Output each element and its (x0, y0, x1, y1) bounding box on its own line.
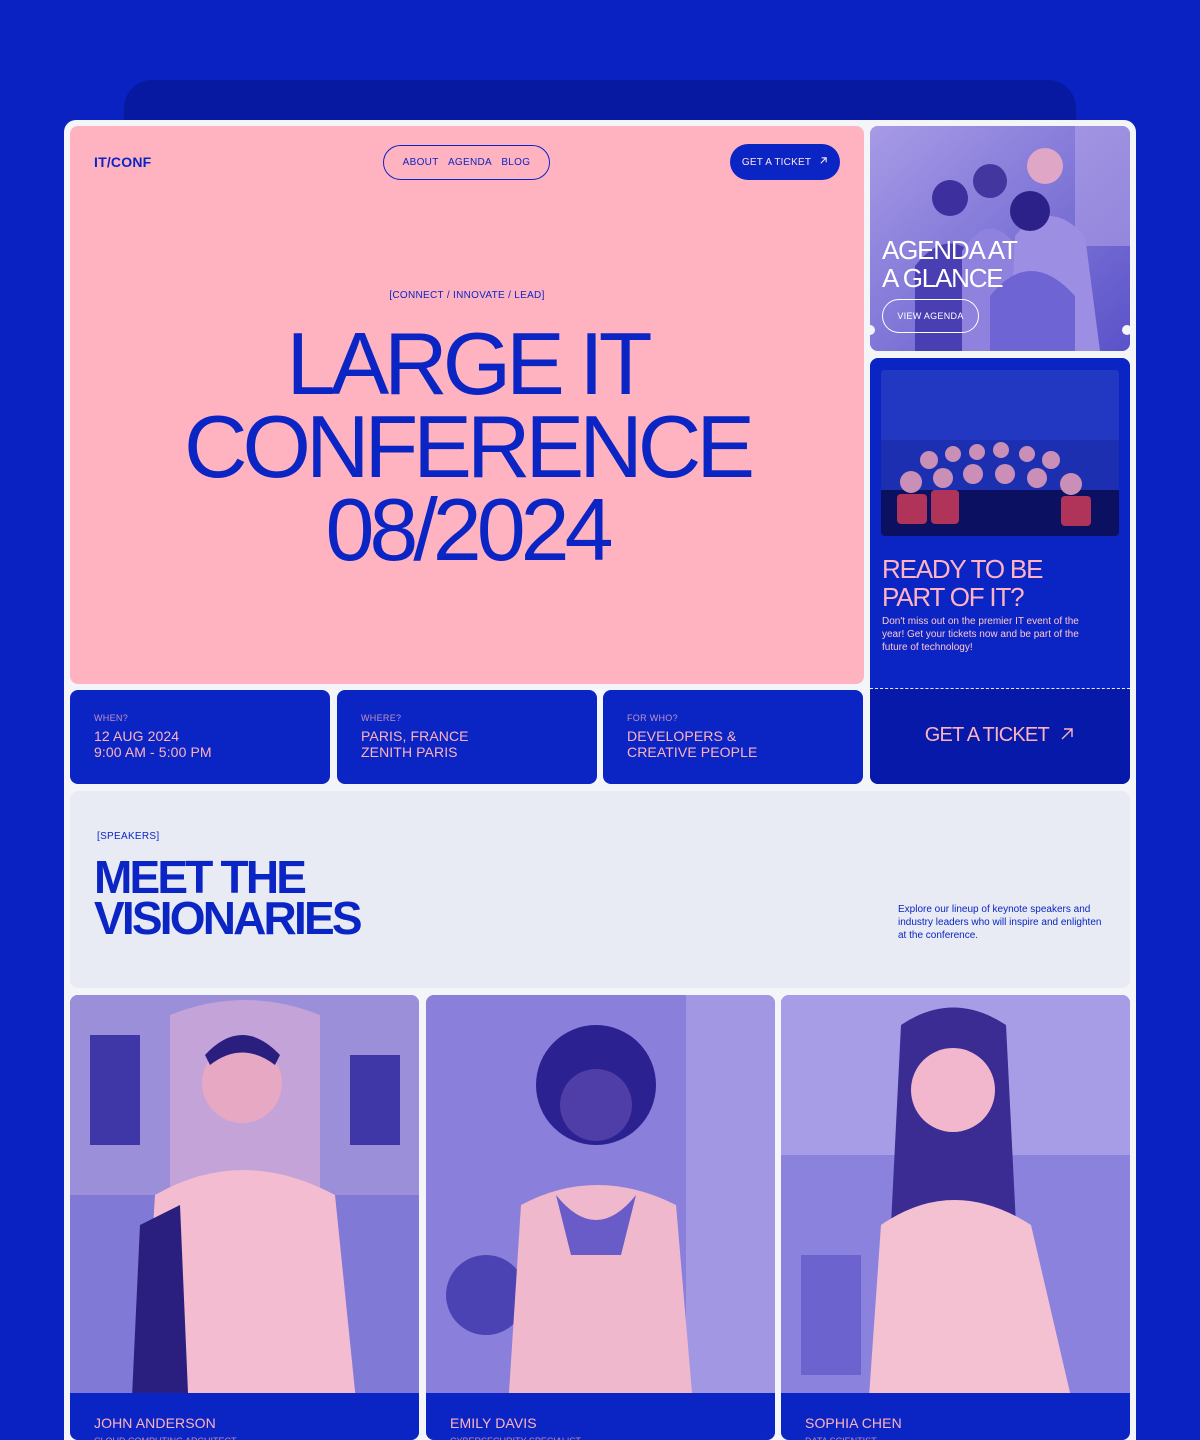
ready-title-line: PART OF IT? (882, 582, 1025, 612)
speaker-role: DATA SCIENTIST (805, 1436, 877, 1440)
get-ticket-label: GET A TICKET (741, 156, 812, 168)
arrow-up-right-icon (819, 156, 828, 168)
speaker-name: SOPHIA CHEN (805, 1415, 902, 1431)
info-card-when: WHEN? 12 AUG 2024 9:00 AM - 5:00 PM (70, 690, 330, 784)
hero-title-line: CONFERENCE (183, 397, 755, 496)
hero-section: IT/CONF ABOUT AGENDA BLOG GET A TICKET [… (70, 126, 864, 684)
agenda-card[interactable]: AGENDA AT A GLANCE VIEW AGENDA (870, 126, 1130, 351)
info-value: DEVELOPERS & CREATIVE PEOPLE (627, 728, 757, 760)
speaker-name-bar: SOPHIA CHEN DATA SCIENTIST (781, 1393, 1130, 1440)
agenda-title: AGENDA AT A GLANCE (882, 235, 1018, 293)
speaker-name: EMILY DAVIS (450, 1415, 537, 1431)
info-card-where: WHERE? PARIS, FRANCE ZENITH PARIS (337, 690, 597, 784)
speakers-title: MEET THE VISIONARIES (94, 854, 363, 944)
ticket-perforation (870, 688, 1130, 689)
agenda-title-line: AGENDA AT (882, 235, 1018, 265)
speaker-name: JOHN ANDERSON (94, 1415, 216, 1431)
ready-card: READY TO BE PART OF IT? Don't miss out o… (870, 358, 1130, 784)
agenda-title-line: A GLANCE (882, 263, 1004, 293)
ready-description: Don't miss out on the premier IT event o… (882, 616, 1079, 653)
info-value-line: 9:00 AM - 5:00 PM (94, 744, 212, 760)
speaker-photo (70, 995, 419, 1440)
speaker-role: CLOUD COMPUTING ARCHITECT (94, 1436, 237, 1440)
info-label: FOR WHO? (627, 713, 678, 723)
speaker-role: CYBERSECURITY SPECIALIST (450, 1436, 581, 1440)
hero-title: LARGE IT CONFERENCE 08/2024 (70, 314, 864, 579)
info-value-line: CREATIVE PEOPLE (627, 744, 758, 760)
hero-title-line: 08/2024 (325, 480, 613, 579)
hero-tagline: [CONNECT / INNOVATE / LEAD] (389, 290, 545, 301)
ready-title-line: READY TO BE (882, 554, 1043, 584)
site-logo[interactable]: IT/CONF (94, 154, 151, 170)
info-value-line: DEVELOPERS & (627, 728, 737, 744)
info-label: WHEN? (94, 713, 129, 723)
speakers-tag: [SPEAKERS] (97, 831, 160, 842)
info-label: WHERE? (361, 713, 402, 723)
info-value: 12 AUG 2024 9:00 AM - 5:00 PM (94, 728, 212, 760)
info-value-line: ZENITH PARIS (361, 744, 458, 760)
nav-item-about[interactable]: ABOUT (403, 157, 439, 168)
speakers-header: [SPEAKERS] MEET THE VISIONARIES Explore … (70, 791, 1130, 988)
audience-photo (881, 370, 1119, 536)
hero-title-line: LARGE IT (286, 314, 653, 413)
speaker-photo (426, 995, 775, 1440)
get-ticket-button[interactable]: GET A TICKET (730, 144, 840, 180)
speaker-card[interactable]: SOPHIA CHEN DATA SCIENTIST (781, 995, 1130, 1440)
main-nav: ABOUT AGENDA BLOG (383, 145, 550, 180)
speaker-name-bar: JOHN ANDERSON CLOUD COMPUTING ARCHITECT (70, 1393, 419, 1440)
info-value-line: PARIS, FRANCE (361, 728, 469, 744)
speaker-card[interactable]: JOHN ANDERSON CLOUD COMPUTING ARCHITECT (70, 995, 419, 1440)
ticket-notch-left (865, 325, 875, 335)
ticket-notch-right (1122, 325, 1132, 335)
speakers-description: Explore our lineup of keynote speakers a… (898, 904, 1102, 941)
arrow-up-right-icon (1053, 724, 1075, 746)
get-ticket-large-button[interactable]: GET A TICKET (870, 724, 1130, 747)
speaker-card[interactable]: EMILY DAVIS CYBERSECURITY SPECIALIST (426, 995, 775, 1440)
info-value: PARIS, FRANCE ZENITH PARIS (361, 728, 469, 760)
info-value-line: 12 AUG 2024 (94, 728, 180, 744)
view-agenda-button[interactable]: VIEW AGENDA (882, 299, 979, 333)
get-ticket-large-label: GET A TICKET (924, 724, 1050, 746)
nav-item-agenda[interactable]: AGENDA (448, 157, 492, 168)
info-card-for-who: FOR WHO? DEVELOPERS & CREATIVE PEOPLE (603, 690, 863, 784)
speaker-photo (781, 995, 1130, 1440)
speaker-name-bar: EMILY DAVIS CYBERSECURITY SPECIALIST (426, 1393, 775, 1440)
nav-item-blog[interactable]: BLOG (501, 157, 530, 168)
speakers-title-line: VISIONARIES (94, 892, 363, 944)
ready-title: READY TO BE PART OF IT? (882, 554, 1043, 612)
